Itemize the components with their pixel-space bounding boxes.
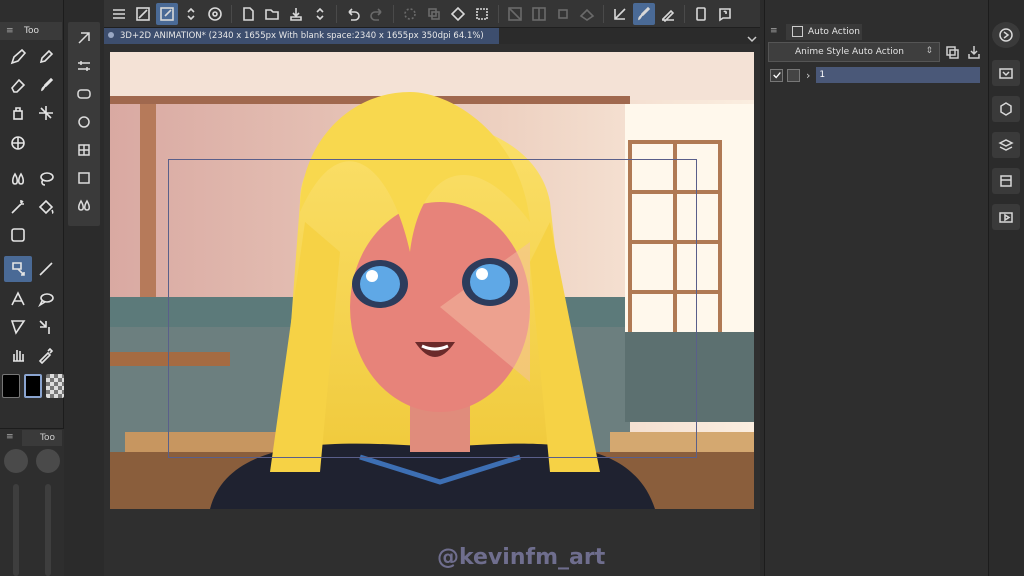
loading-icon[interactable] [399,3,421,25]
light-table-subtool-icon[interactable] [72,110,96,134]
selection-border-icon[interactable] [552,3,574,25]
hand-tool-icon[interactable] [4,342,32,368]
eyedropper-tool-icon[interactable] [32,342,60,368]
line-tool-icon[interactable] [32,256,60,282]
divider [498,4,499,23]
figure-tool-icon[interactable] [4,130,32,156]
blend-subtool-icon[interactable] [72,194,96,218]
brush-opacity-slider[interactable] [45,484,51,576]
auto-action-row[interactable]: › 1 [766,66,980,84]
menu-icon[interactable]: ≡ [6,432,14,442]
dialog-toggle-checkbox[interactable] [787,68,800,82]
auto-action-set-select[interactable]: Anime Style Auto Action ⇕ [768,42,940,62]
fill-tool-icon[interactable] [32,194,60,220]
pen-snap-icon[interactable] [657,3,679,25]
copy-icon[interactable] [423,3,445,25]
safe-area-guide [168,159,697,458]
crop-icon[interactable] [471,3,493,25]
select-layer-subtool-icon[interactable] [72,138,96,162]
brush-tool-icon[interactable] [32,72,60,98]
divider [603,4,604,23]
correct-line-tool-icon[interactable] [32,314,60,340]
layers-icon[interactable] [992,132,1020,158]
main-color-swatch[interactable] [2,374,20,398]
operation-tool-icon[interactable] [4,256,32,282]
transform-subtool-icon[interactable] [72,82,96,106]
watermark: @kevinfm_art [437,545,606,570]
duplicate-set-icon[interactable] [944,44,960,60]
sub-color-swatch[interactable] [24,374,42,398]
lasso-tool-icon[interactable] [32,166,60,192]
3d-model-icon[interactable] [992,96,1020,122]
pen-tool-icon[interactable] [4,44,32,70]
redo-icon[interactable] [366,3,388,25]
object-subtool-icon[interactable] [72,26,96,50]
timeline-icon[interactable] [992,204,1020,230]
pencil-tool-icon[interactable] [32,44,60,70]
document-pin-icon [108,32,114,38]
auto-action-panel [764,0,988,576]
fill-layer-icon[interactable] [447,3,469,25]
brush-snap-icon[interactable] [633,2,655,25]
layer-move-subtool-icon[interactable] [72,54,96,78]
brush-panel-tab-label: Too [40,433,55,443]
command-bar [104,0,760,28]
balloon-tool-icon[interactable] [32,286,60,312]
auto-action-set-name: Anime Style Auto Action [795,47,904,57]
brush-size-slider[interactable] [13,484,19,576]
transparent-color-swatch[interactable] [46,374,64,398]
layer-property-icon[interactable] [992,168,1020,194]
chevron-right-icon[interactable]: › [806,69,810,82]
undo-icon[interactable] [342,3,364,25]
operation-icon[interactable] [156,2,178,25]
divider [684,4,685,23]
fit-canvas-icon[interactable] [132,3,154,25]
auto-action-item-name[interactable]: 1 [816,67,980,83]
brush-panel-tab[interactable]: Too [22,430,62,446]
save-icon[interactable] [285,3,307,25]
navigator-icon[interactable] [992,22,1020,48]
chevron-updown-icon: ⇕ [925,46,933,56]
magic-wand-tool-icon[interactable] [4,194,32,220]
frame-border-tool-icon[interactable] [4,314,32,340]
panel-dock [988,0,1024,576]
divider [231,4,232,23]
chevron-updown-icon[interactable] [309,3,331,25]
selection-layer-icon[interactable] [576,3,598,25]
decoration-tool-icon[interactable] [32,100,60,126]
clear-selection-icon[interactable] [504,3,526,25]
rotate-view-icon[interactable] [204,3,226,25]
eraser-tool-icon[interactable] [4,72,32,98]
help-icon[interactable] [714,3,736,25]
gradient-tool-icon[interactable] [4,222,32,248]
document-tab[interactable]: 3D+2D ANIMATION* (2340 x 1655px With bla… [104,28,499,44]
open-folder-icon[interactable] [261,3,283,25]
auto-action-tab-label: Auto Action [808,27,860,37]
menu-icon[interactable]: ≡ [770,26,778,36]
auto-action-icon [792,26,803,37]
sub-tool-strip [68,22,100,226]
divider [336,4,337,23]
chevron-down-icon[interactable] [746,30,758,43]
new-file-icon[interactable] [237,3,259,25]
tool-panel-tab-label: Too [24,26,39,36]
menu-icon[interactable]: ≡ [6,26,14,36]
chevron-updown-icon[interactable] [180,3,202,25]
frame-subtool-icon[interactable] [72,166,96,190]
brush-opacity-dial[interactable] [36,449,60,473]
brush-size-dial[interactable] [4,449,28,473]
text-tool-icon[interactable] [4,286,32,312]
device-icon[interactable] [690,3,712,25]
divider [393,4,394,23]
material-icon[interactable] [992,60,1020,86]
blend-tool-icon[interactable] [4,166,32,192]
invert-selection-icon[interactable] [528,3,550,25]
airbrush-tool-icon[interactable] [4,100,32,126]
document-tab-title: 3D+2D ANIMATION* (2340 x 1655px With bla… [120,31,484,41]
auto-action-tab[interactable]: Auto Action [786,24,862,40]
ruler-snap-icon[interactable] [609,3,631,25]
checkbox-checked-icon[interactable] [770,68,783,82]
import-set-icon[interactable] [966,44,982,60]
menu-icon[interactable] [108,3,130,25]
